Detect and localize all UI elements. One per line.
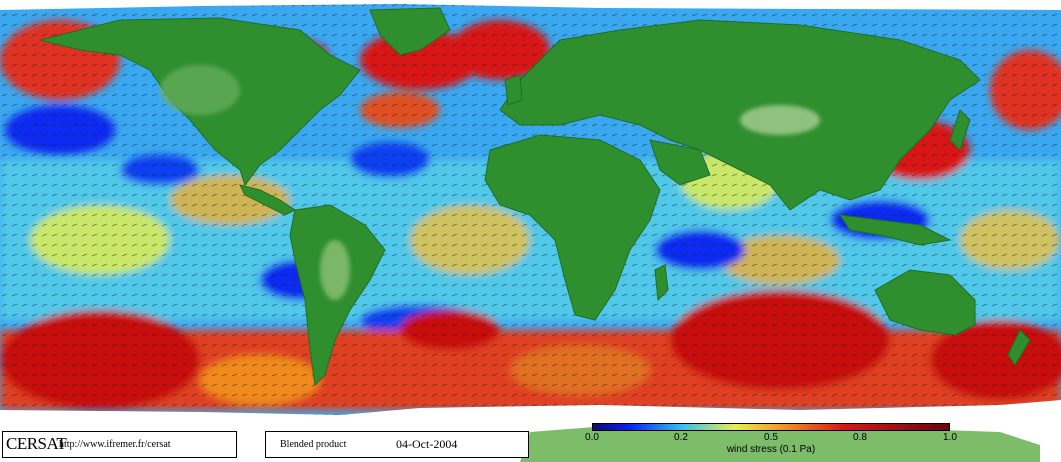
product-date: 04-Oct-2004 — [396, 437, 458, 451]
colorbar-tick: 0.2 — [674, 432, 688, 443]
source-url[interactable]: http://www.ifremer.fr/cersat — [59, 439, 171, 451]
product-box: Blended product 04-Oct-2004 — [265, 431, 529, 458]
wind-stress-map: 0.0 0.2 0.5 0.8 1.0 wind stress (0.1 Pa)… — [0, 0, 1061, 462]
colorbar-tick: 0.5 — [764, 432, 778, 443]
british-isles — [504, 74, 523, 106]
colorbar-label: wind stress (0.1 Pa) — [726, 444, 816, 455]
colorbar-tick: 0.0 — [585, 432, 599, 443]
credit-box: CERSAT http://www.ifremer.fr/cersat — [2, 431, 237, 458]
colorbar-tick: 1.0 — [943, 432, 957, 443]
world-map-canvas — [0, 0, 1061, 462]
product-label: Blended product — [280, 439, 347, 450]
brand-text: CERSAT — [6, 434, 67, 453]
colorbar-frame — [592, 423, 950, 431]
colorbar-tick: 0.8 — [853, 432, 867, 443]
